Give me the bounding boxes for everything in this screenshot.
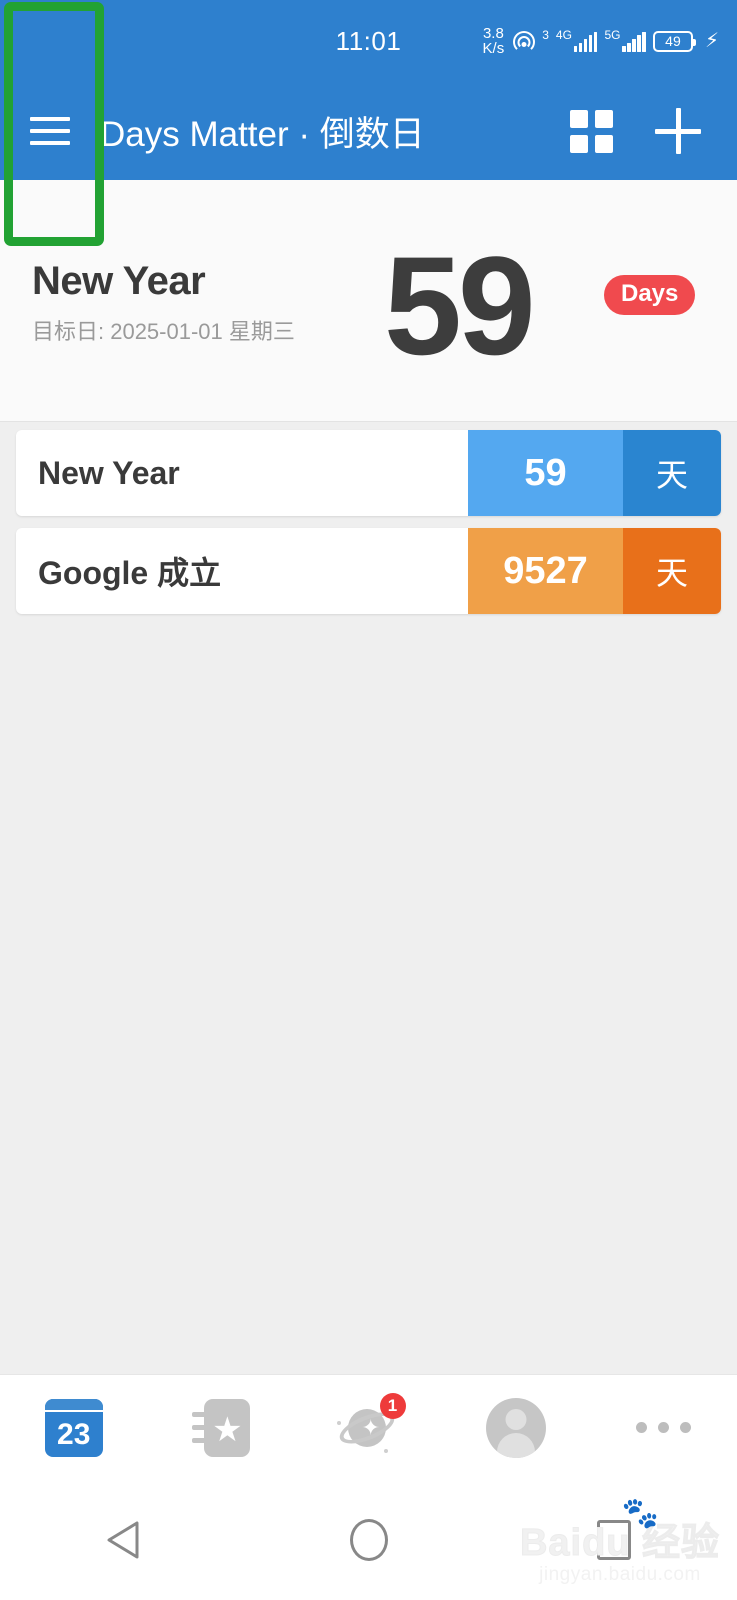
calendar-icon: 23	[44, 1398, 103, 1457]
sim1-network-label: 4G	[555, 28, 572, 42]
status-icons: 3.8 K/s 3 4G 5G 49 ⚡	[483, 26, 719, 56]
recents-square-icon	[597, 1520, 632, 1560]
list-item-unit: 天	[623, 528, 721, 614]
calendar-day-number: 23	[57, 1417, 91, 1451]
list-item-title: Google 成立	[38, 555, 222, 591]
android-nav-bar	[0, 1480, 737, 1600]
nav-home-button[interactable]	[246, 1480, 492, 1600]
avatar-icon	[485, 1397, 546, 1458]
sidebar-item-discover[interactable]: ✦ 1	[295, 1375, 442, 1480]
list-item-title: New Year	[38, 454, 180, 491]
network-speed-unit: K/s	[482, 40, 505, 57]
battery-icon: 49	[652, 30, 696, 52]
sidebar-item-profile[interactable]	[442, 1375, 589, 1480]
sim2-network-label: 5G	[604, 28, 621, 42]
add-countdown-icon[interactable]	[655, 108, 701, 154]
list-item-count: 9527	[468, 528, 623, 614]
hotspot-count: 3	[542, 28, 549, 42]
list-item-count: 59	[468, 430, 623, 516]
nav-recents-button[interactable]	[491, 1480, 737, 1600]
sim2-signal-bars	[622, 32, 646, 52]
hamburger-menu-icon[interactable]	[0, 82, 100, 180]
sim1-signal-bars	[573, 32, 598, 52]
nav-back-button[interactable]	[0, 1480, 246, 1600]
sidebar-item-calendar[interactable]: 23	[0, 1375, 147, 1480]
featured-days-badge: Days	[604, 275, 696, 315]
sim2-signal-icon: 5G	[604, 28, 646, 52]
hotspot-icon	[511, 29, 537, 53]
battery-level: 49	[665, 33, 681, 49]
featured-text-block: New Year 目标日: 2025-01-01 星期三	[32, 258, 295, 346]
list-item-unit: 天	[623, 430, 721, 516]
page-title: Days Matter · 倒数日	[100, 114, 425, 154]
more-dots-icon	[635, 1422, 691, 1433]
bottom-tab-bar: 23 ★ ✦ 1	[0, 1374, 737, 1480]
planet-icon: ✦ 1	[335, 1392, 406, 1457]
home-circle-icon	[349, 1519, 388, 1561]
network-speed-indicator: 3.8 K/s	[483, 26, 505, 56]
phone-screen: 11:01 3.8 K/s 3 4G 5G 49 ⚡ Days Matter ·…	[0, 0, 737, 1600]
app-bar: 11:01 3.8 K/s 3 4G 5G 49 ⚡ Days Matter ·…	[0, 0, 737, 180]
app-bar-actions	[570, 108, 737, 154]
sidebar-item-more[interactable]	[590, 1375, 737, 1480]
list-item[interactable]: Google 成立 9527 天	[16, 528, 721, 614]
app-bar-title-row: Days Matter · 倒数日	[0, 82, 737, 180]
list-item[interactable]: New Year 59 天	[16, 430, 721, 516]
featured-badge-wrap: Days	[604, 275, 696, 315]
notebook-star-icon: ★	[192, 1398, 251, 1457]
featured-title: New Year	[32, 259, 206, 303]
back-triangle-icon	[107, 1521, 139, 1559]
featured-subtitle: 目标日: 2025-01-01 星期三	[32, 319, 295, 344]
featured-count: 59	[384, 227, 536, 384]
grid-view-icon[interactable]	[570, 109, 613, 153]
notification-badge: 1	[379, 1392, 406, 1419]
sim1-signal-icon: 4G	[555, 28, 598, 52]
charging-bolt-icon: ⚡	[704, 30, 719, 52]
countdown-list: New Year 59 天 Google 成立 9527 天	[0, 430, 737, 626]
status-bar: 11:01 3.8 K/s 3 4G 5G 49 ⚡	[0, 0, 737, 82]
sidebar-item-collection[interactable]: ★	[147, 1375, 294, 1480]
